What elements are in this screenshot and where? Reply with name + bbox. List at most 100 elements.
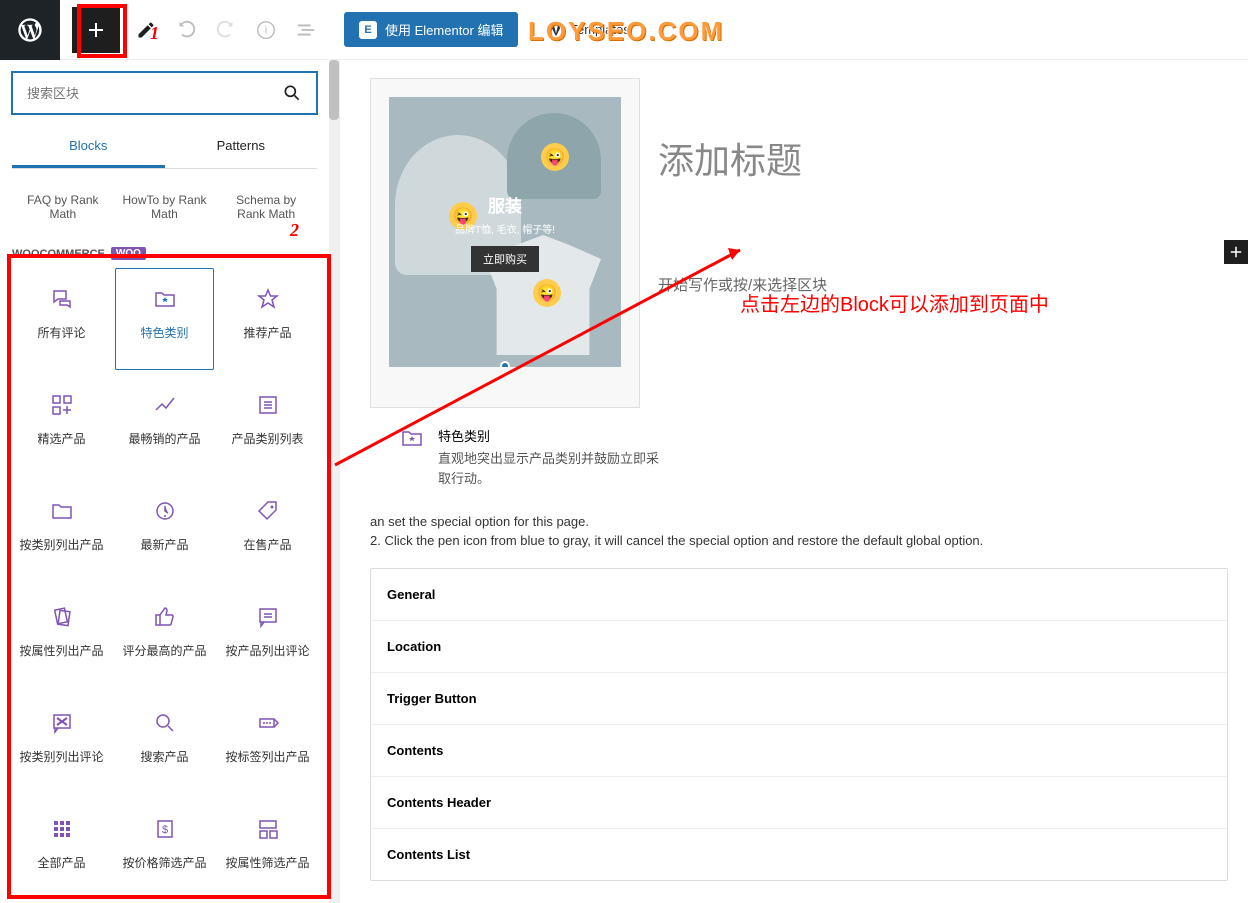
block-grid: 所有评论 特色类别 推荐产品精选产品 最畅销的产品产品类别列表按类别列出产品 最新产品 在… — [12, 268, 317, 900]
block-description: 特色类别 直观地突出显示产品类别并鼓励立即采取行动。 — [370, 426, 1228, 508]
block-item-7[interactable]: 最新产品 — [115, 480, 214, 582]
new-icon — [153, 499, 177, 523]
block-item-10[interactable]: 评分最高的产品 — [115, 586, 214, 688]
info-button[interactable]: i — [248, 12, 284, 48]
accordion-item-contents-list[interactable]: Contents List — [371, 829, 1227, 880]
folder-star-icon — [400, 426, 424, 450]
preview-image: 😜 😜 😜 服装 品牌T恤, 毛衣, 帽子等! 立即购买 — [389, 97, 621, 367]
block-label: 按产品列出评论 — [226, 643, 310, 675]
elementor-edit-button[interactable]: E 使用 Elementor 编辑 — [344, 12, 518, 47]
block-item-14[interactable]: 按标签列出产品 — [218, 692, 317, 794]
grid-plus-icon — [50, 393, 74, 417]
preview-button[interactable]: 立即购买 — [471, 246, 539, 272]
block-item-5[interactable]: 产品类别列表 — [218, 374, 317, 476]
accordion-item-location[interactable]: Location — [371, 621, 1227, 673]
rankmath-howto[interactable]: HowTo by Rank Math — [114, 187, 216, 227]
emoji-icon: 😜 — [533, 279, 561, 307]
block-label: 推荐产品 — [244, 325, 292, 357]
svg-text:i: i — [265, 24, 267, 36]
block-label: 精选产品 — [37, 431, 85, 463]
elementor-label: 使用 Elementor 编辑 — [385, 20, 503, 39]
filter-icon — [256, 817, 280, 841]
preview-subtitle: 品牌T恤, 毛衣, 帽子等! — [455, 221, 555, 236]
elementor-icon: E — [359, 21, 377, 39]
block-label: 按价格筛选产品 — [123, 855, 207, 887]
block-item-16[interactable]: $ 按价格筛选产品 — [115, 798, 214, 900]
block-label: 在售产品 — [244, 537, 292, 569]
accordion-item-contents-header[interactable]: Contents Header — [371, 777, 1227, 829]
block-label: 特色类别 — [141, 325, 189, 357]
block-item-2[interactable]: 推荐产品 — [218, 268, 317, 370]
section-title: WOOCOMMERCE — [12, 248, 105, 260]
block-label: 最畅销的产品 — [129, 431, 201, 463]
undo-button[interactable] — [168, 12, 204, 48]
folder-star-icon — [153, 287, 177, 311]
trend-icon — [153, 393, 177, 417]
rankmath-faq[interactable]: FAQ by Rank Math — [12, 187, 114, 227]
annotation-number-2: 2 — [290, 220, 299, 241]
block-inserter-panel: Blocks Patterns FAQ by Rank Math HowTo b… — [0, 60, 340, 903]
desc-title: 特色类别 — [438, 426, 668, 445]
block-label: 按类别列出产品 — [19, 537, 103, 569]
scrollbar-thumb[interactable] — [329, 60, 339, 120]
tab-patterns[interactable]: Patterns — [165, 126, 318, 168]
review-icon — [50, 711, 74, 735]
panel-scrollbar[interactable] — [329, 60, 339, 903]
block-item-1[interactable]: 特色类别 — [115, 268, 214, 370]
search-icon — [282, 83, 302, 103]
chat-icon — [50, 287, 74, 311]
resize-handle[interactable] — [500, 361, 510, 367]
search-input[interactable] — [27, 86, 282, 101]
folder-icon — [50, 499, 74, 523]
block-item-11[interactable]: 按产品列出评论 — [218, 586, 317, 688]
block-label: 全部产品 — [37, 855, 85, 887]
block-item-13[interactable]: 搜索产品 — [115, 692, 214, 794]
block-label: 所有评论 — [37, 325, 85, 357]
block-item-15[interactable]: 全部产品 — [12, 798, 111, 900]
tag-icon — [256, 499, 280, 523]
redo-button[interactable] — [208, 12, 244, 48]
block-item-12[interactable]: 按类别列出评论 — [12, 692, 111, 794]
desc-body: 直观地突出显示产品类别并鼓励立即采取行动。 — [438, 449, 668, 488]
add-block-button[interactable] — [72, 7, 120, 53]
block-label: 产品类别列表 — [232, 431, 304, 463]
instruction-2: 2. Click the pen icon from blue to gray,… — [370, 533, 1228, 548]
block-search-box[interactable] — [12, 72, 317, 114]
block-item-8[interactable]: 在售产品 — [218, 480, 317, 582]
block-item-9[interactable]: 按属性列出产品 — [12, 586, 111, 688]
settings-accordion: GeneralLocationTrigger ButtonContentsCon… — [370, 568, 1228, 881]
add-block-inline-button[interactable] — [1224, 240, 1248, 264]
block-item-3[interactable]: 精选产品 — [12, 374, 111, 476]
block-item-4[interactable]: 最畅销的产品 — [115, 374, 214, 476]
watermark-text: LOYSEO.COM — [528, 16, 724, 47]
rankmath-schema[interactable]: Schema by Rank Math — [215, 187, 317, 227]
block-preview-card: 😜 😜 😜 服装 品牌T恤, 毛衣, 帽子等! 立即购买 — [370, 78, 640, 408]
preview-title: 服装 — [455, 192, 555, 217]
emoji-icon: 😜 — [541, 143, 569, 171]
svg-text:$: $ — [161, 824, 167, 836]
annotation-text: 点击左边的Block可以添加到页面中 — [740, 288, 1049, 317]
wp-logo-icon[interactable] — [0, 0, 60, 60]
thumb-icon — [153, 605, 177, 629]
section-woocommerce: WOOCOMMERCE WOO — [12, 247, 317, 260]
accordion-item-trigger-button[interactable]: Trigger Button — [371, 673, 1227, 725]
block-label: 按属性筛选产品 — [226, 855, 310, 887]
block-label: 按标签列出产品 — [226, 749, 310, 781]
tab-blocks[interactable]: Blocks — [12, 126, 165, 168]
page-title[interactable]: 添加标题 — [658, 132, 1228, 184]
block-item-0[interactable]: 所有评论 — [12, 268, 111, 370]
accordion-item-general[interactable]: General — [371, 569, 1227, 621]
outline-button[interactable] — [288, 12, 324, 48]
grid9-icon — [50, 817, 74, 841]
list-icon — [256, 393, 280, 417]
star-icon — [256, 287, 280, 311]
accordion-item-contents[interactable]: Contents — [371, 725, 1227, 777]
block-item-6[interactable]: 按类别列出产品 — [12, 480, 111, 582]
editor-canvas: 😜 😜 😜 服装 品牌T恤, 毛衣, 帽子等! 立即购买 添加标题 开始写作或按… — [340, 60, 1248, 903]
block-item-17[interactable]: 按属性筛选产品 — [218, 798, 317, 900]
search-icon — [153, 711, 177, 735]
block-label: 评分最高的产品 — [123, 643, 207, 675]
woo-badge: WOO — [111, 247, 146, 260]
block-label: 最新产品 — [141, 537, 189, 569]
inserter-tabs: Blocks Patterns — [12, 126, 317, 169]
